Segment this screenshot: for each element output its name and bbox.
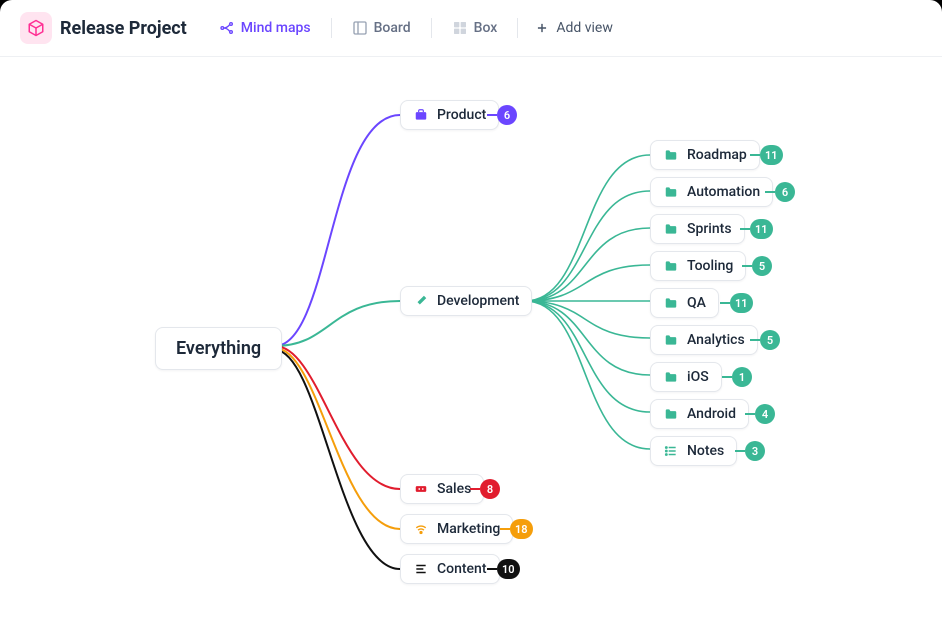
board-icon (352, 20, 368, 36)
node-product[interactable]: Product (400, 100, 499, 130)
badge-connector (720, 302, 730, 304)
node-label: Sales (437, 481, 471, 497)
lines-icon (413, 561, 429, 577)
badge-connector (487, 568, 497, 570)
node-label: Roadmap (687, 147, 747, 163)
badge-sprints: 11 (750, 219, 773, 239)
node-label: QA (687, 295, 706, 311)
badge-connector (742, 265, 752, 267)
node-content[interactable]: Content (400, 554, 500, 584)
briefcase-icon (413, 107, 429, 123)
divider (431, 18, 432, 38)
node-label: Sprints (687, 221, 732, 237)
ticket-icon (413, 481, 429, 497)
tab-board[interactable]: Board (340, 14, 423, 42)
divider (331, 18, 332, 38)
tab-board-label: Board (374, 20, 411, 36)
folder-icon (663, 184, 679, 200)
tab-box[interactable]: Box (440, 14, 510, 42)
folder-icon (663, 258, 679, 274)
node-qa[interactable]: QA (650, 288, 719, 318)
folder-icon (663, 332, 679, 348)
badge-connector (750, 154, 760, 156)
badge-connector (765, 191, 775, 193)
node-marketing[interactable]: Marketing (400, 514, 513, 544)
badge-connector (500, 528, 510, 530)
badge-connector (735, 450, 745, 452)
node-label: Marketing (437, 521, 500, 537)
view-tabs: Mind maps Board Box Add vi (207, 14, 621, 42)
node-android[interactable]: Android (650, 399, 749, 429)
node-notes[interactable]: Notes (650, 436, 737, 466)
tab-mind-maps[interactable]: Mind maps (207, 14, 323, 42)
wifi-icon (413, 521, 429, 537)
node-development[interactable]: Development (400, 286, 532, 316)
node-ios[interactable]: iOS (650, 362, 722, 392)
badge-connector (740, 228, 750, 230)
wrench-icon (413, 293, 429, 309)
box-icon (452, 20, 468, 36)
node-automation[interactable]: Automation (650, 177, 773, 207)
header: Release Project Mind maps Board Box (0, 0, 942, 57)
node-label: Automation (687, 184, 760, 200)
badge-content: 10 (497, 559, 520, 579)
node-tooling[interactable]: Tooling (650, 251, 746, 281)
folder-icon (663, 369, 679, 385)
badge-connector (470, 488, 480, 490)
mind-maps-icon (219, 20, 235, 36)
tab-mind-maps-label: Mind maps (241, 20, 311, 36)
node-label: Analytics (687, 332, 745, 348)
folder-icon (663, 295, 679, 311)
badge-automation: 6 (775, 182, 795, 202)
node-sprints[interactable]: Sprints (650, 214, 745, 244)
node-label: Development (437, 293, 519, 309)
node-label: Android (687, 406, 736, 422)
badge-tooling: 5 (752, 256, 772, 276)
folder-icon (663, 147, 679, 163)
node-label: Content (437, 561, 487, 577)
divider (517, 18, 518, 38)
node-root-everything[interactable]: Everything (155, 327, 282, 370)
add-view-label: Add view (556, 20, 613, 36)
node-label: Notes (687, 443, 724, 459)
project-title: Release Project (60, 18, 187, 39)
node-roadmap[interactable]: Roadmap (650, 140, 760, 170)
badge-product: 6 (497, 105, 517, 125)
add-view-button[interactable]: Add view (526, 14, 621, 42)
badge-notes: 3 (745, 441, 765, 461)
badge-qa: 11 (730, 293, 753, 313)
badge-marketing: 18 (510, 519, 533, 539)
badge-analytics: 5 (760, 330, 780, 350)
folder-icon (663, 221, 679, 237)
list-icon (663, 443, 679, 459)
node-label: Product (437, 107, 486, 123)
badge-connector (745, 413, 755, 415)
folder-icon (663, 406, 679, 422)
badge-roadmap: 11 (760, 145, 783, 165)
mind-map-canvas[interactable]: Everything Product 6 Development Sales 8… (0, 57, 942, 623)
node-label: Everything (176, 338, 261, 359)
badge-android: 4 (755, 404, 775, 424)
badge-connector (750, 339, 760, 341)
badge-ios: 1 (732, 367, 752, 387)
badge-sales: 8 (480, 479, 500, 499)
node-analytics[interactable]: Analytics (650, 325, 758, 355)
node-label: Tooling (687, 258, 733, 274)
plus-icon (534, 20, 550, 36)
tab-box-label: Box (474, 20, 498, 36)
node-label: iOS (687, 369, 709, 385)
badge-connector (487, 114, 497, 116)
app-logo (20, 12, 52, 44)
badge-connector (722, 376, 732, 378)
